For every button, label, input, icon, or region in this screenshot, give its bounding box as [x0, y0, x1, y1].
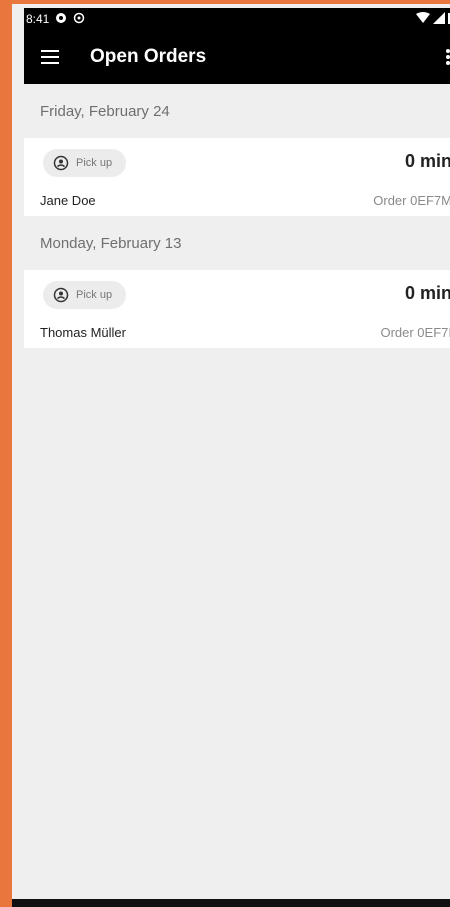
customer-name: Jane Doe — [40, 193, 96, 208]
status-time: 8:41 — [26, 12, 50, 26]
order-eta: 0 min — [404, 283, 450, 303]
settings-status-icon — [73, 12, 85, 27]
kebab-menu-icon — [446, 49, 450, 65]
app-frame: 8:41 Open Orders Friday, February 24 Pic… — [0, 0, 450, 907]
order-card[interactable]: Pick up 0 min Jane Doe Order 0EF7M — [24, 138, 450, 216]
order-card[interactable]: Pick up 0 min Thomas Müller Order 0EF7I — [24, 270, 450, 348]
wifi-icon — [416, 11, 430, 27]
signal-icon — [433, 11, 445, 27]
menu-button[interactable] — [28, 30, 72, 84]
order-type-chip: Pick up — [43, 281, 127, 309]
order-eta: 0 min — [404, 151, 450, 171]
order-number: Order 0EF7I — [380, 325, 450, 340]
person-pin-icon — [53, 287, 69, 303]
customer-name: Thomas Müller — [40, 325, 126, 340]
orders-list: Friday, February 24 Pick up 0 min Jane D… — [24, 84, 450, 348]
status-bar: 8:41 — [24, 8, 450, 30]
date-header: Friday, February 24 — [40, 102, 170, 120]
order-type-label: Pick up — [76, 289, 113, 301]
app-bar: Open Orders — [24, 30, 450, 84]
order-number: Order 0EF7M — [373, 193, 450, 208]
notification-icon — [55, 12, 67, 27]
order-type-label: Pick up — [76, 157, 113, 169]
person-pin-icon — [53, 155, 69, 171]
overflow-menu-button[interactable] — [436, 30, 450, 84]
date-header: Monday, February 13 — [40, 234, 182, 252]
order-type-chip: Pick up — [43, 149, 127, 177]
hamburger-icon — [41, 50, 59, 64]
page-title: Open Orders — [90, 46, 207, 67]
system-navigation-bar — [12, 899, 450, 907]
